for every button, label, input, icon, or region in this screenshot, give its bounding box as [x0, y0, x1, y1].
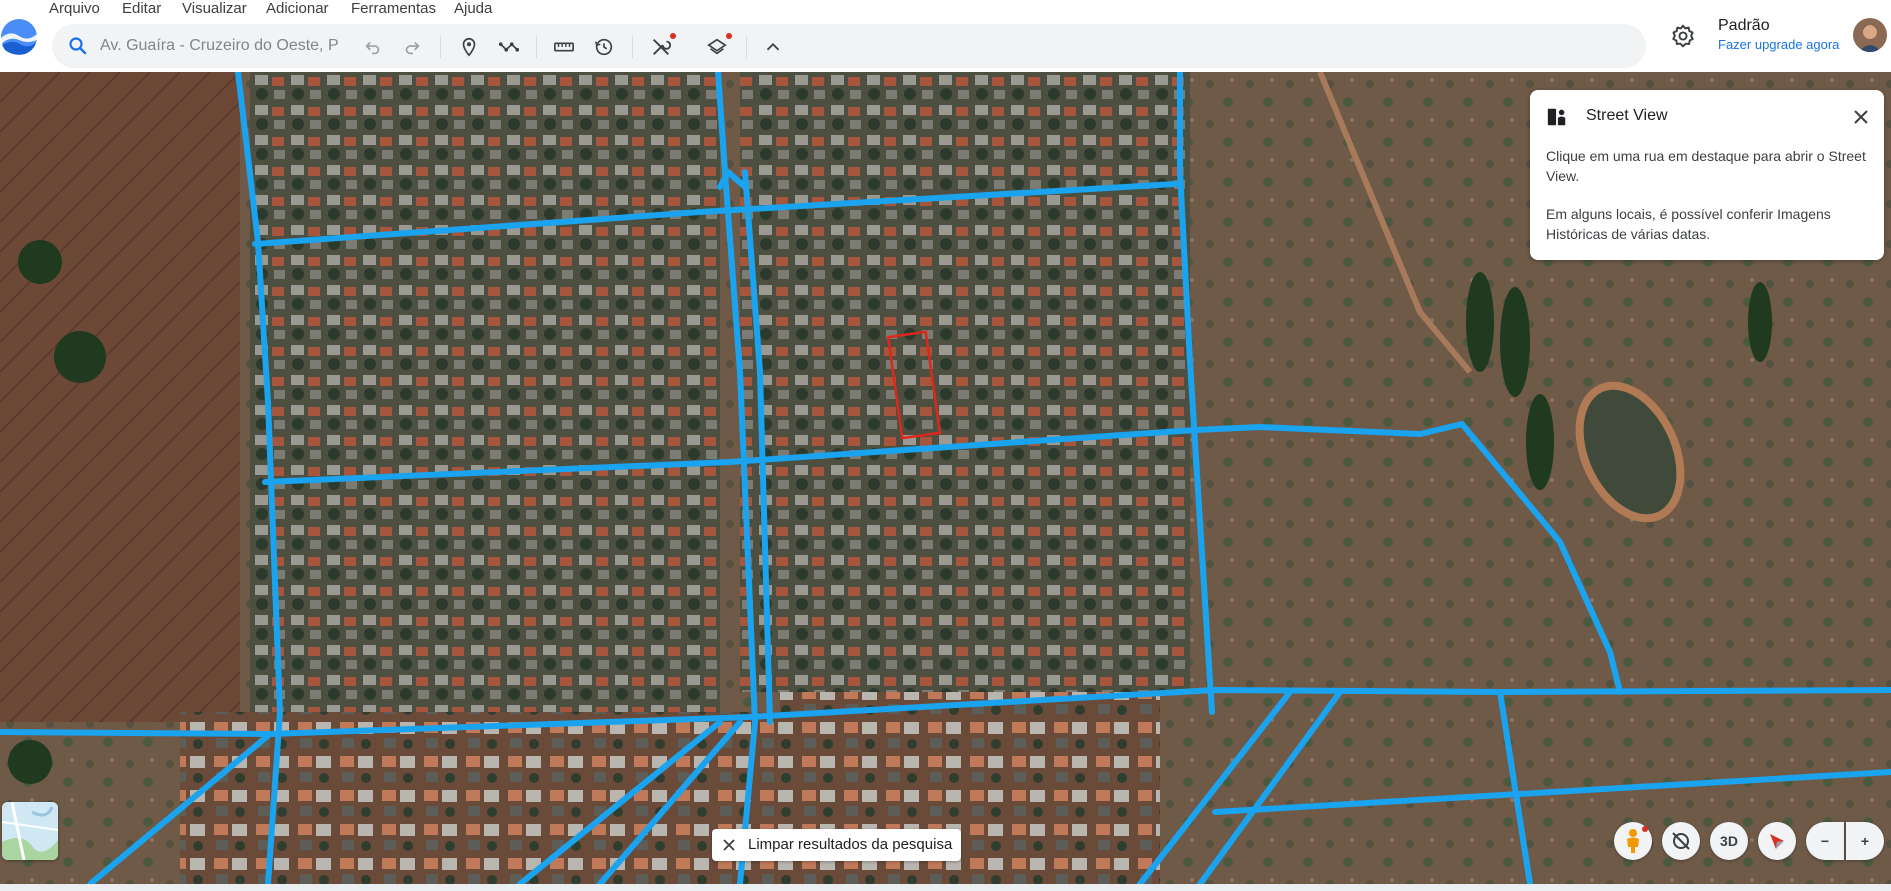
path-icon	[498, 42, 520, 52]
notification-dot	[726, 33, 732, 39]
menu-editar[interactable]: Editar	[122, 0, 161, 18]
add-path-button[interactable]	[496, 34, 522, 60]
toolbar-divider	[440, 36, 441, 58]
street-view-instructions: Clique em uma rua em destaque para abrir…	[1546, 148, 1866, 184]
compass-button[interactable]	[1758, 822, 1796, 860]
upgrade-link[interactable]: Fazer upgrade agora	[1718, 37, 1839, 52]
menu-arquivo[interactable]: Arquivo	[49, 0, 100, 18]
status-bar	[0, 884, 1891, 891]
collapse-toolbar-button[interactable]	[760, 34, 786, 60]
menu-adicionar[interactable]: Adicionar	[266, 0, 329, 18]
undo-icon	[365, 41, 380, 55]
clear-search-label: Limpar resultados da pesquisa	[748, 836, 953, 853]
profile-name: Padrão	[1718, 17, 1770, 34]
street-view-historical-note: Em alguns locais, é possível conferir Im…	[1546, 206, 1831, 242]
redo-button[interactable]	[399, 34, 425, 60]
toolbar-divider	[536, 36, 537, 58]
avatar[interactable]	[1853, 18, 1887, 52]
toolbar-divider	[632, 36, 633, 58]
street-view-title: Street View	[1586, 107, 1668, 124]
rotate-button[interactable]	[1662, 822, 1700, 860]
chevron-up-icon	[766, 42, 780, 51]
menu-bar: Arquivo Editar Visualizar Adicionar Ferr…	[0, 0, 1891, 20]
undo-button[interactable]	[360, 34, 386, 60]
layers-icon	[707, 38, 727, 55]
street-view-panel: Street View Clique em uma rua em destaqu…	[1530, 90, 1884, 260]
toolbar-divider	[746, 36, 747, 58]
pegman-icon	[1627, 829, 1639, 853]
google-earth-logo-icon[interactable]	[0, 18, 38, 56]
close-icon[interactable]	[1850, 106, 1872, 128]
placemark-icon	[462, 37, 476, 57]
settings-gear-icon[interactable]	[1670, 23, 1696, 49]
toggle-3d-button[interactable]: 3D	[1710, 822, 1748, 860]
search-icon[interactable]	[68, 36, 88, 56]
add-placemark-button[interactable]	[456, 34, 482, 60]
notification-dot	[670, 33, 676, 39]
menu-ajuda[interactable]: Ajuda	[454, 0, 492, 18]
compass-icon	[1770, 834, 1784, 849]
close-icon	[722, 838, 736, 852]
ruler-icon	[554, 42, 574, 52]
search-input[interactable]	[100, 34, 343, 58]
tools-icon	[653, 39, 672, 55]
menu-ferramentas[interactable]: Ferramentas	[351, 0, 436, 18]
zoom-in-button[interactable]: +	[1846, 822, 1884, 860]
redo-icon	[405, 41, 420, 55]
menu-visualizar[interactable]: Visualizar	[182, 0, 247, 18]
notification-dot	[1642, 826, 1648, 832]
zoom-out-button[interactable]: −	[1806, 822, 1844, 860]
street-view-icon	[1546, 106, 1568, 128]
measure-button[interactable]	[551, 34, 577, 60]
historical-imagery-icon	[595, 38, 613, 56]
map-style-thumbnail[interactable]	[2, 802, 58, 860]
rotate-icon	[1672, 832, 1690, 850]
clear-search-results-button[interactable]: Limpar resultados da pesquisa	[712, 829, 961, 861]
historical-imagery-button[interactable]	[591, 34, 617, 60]
